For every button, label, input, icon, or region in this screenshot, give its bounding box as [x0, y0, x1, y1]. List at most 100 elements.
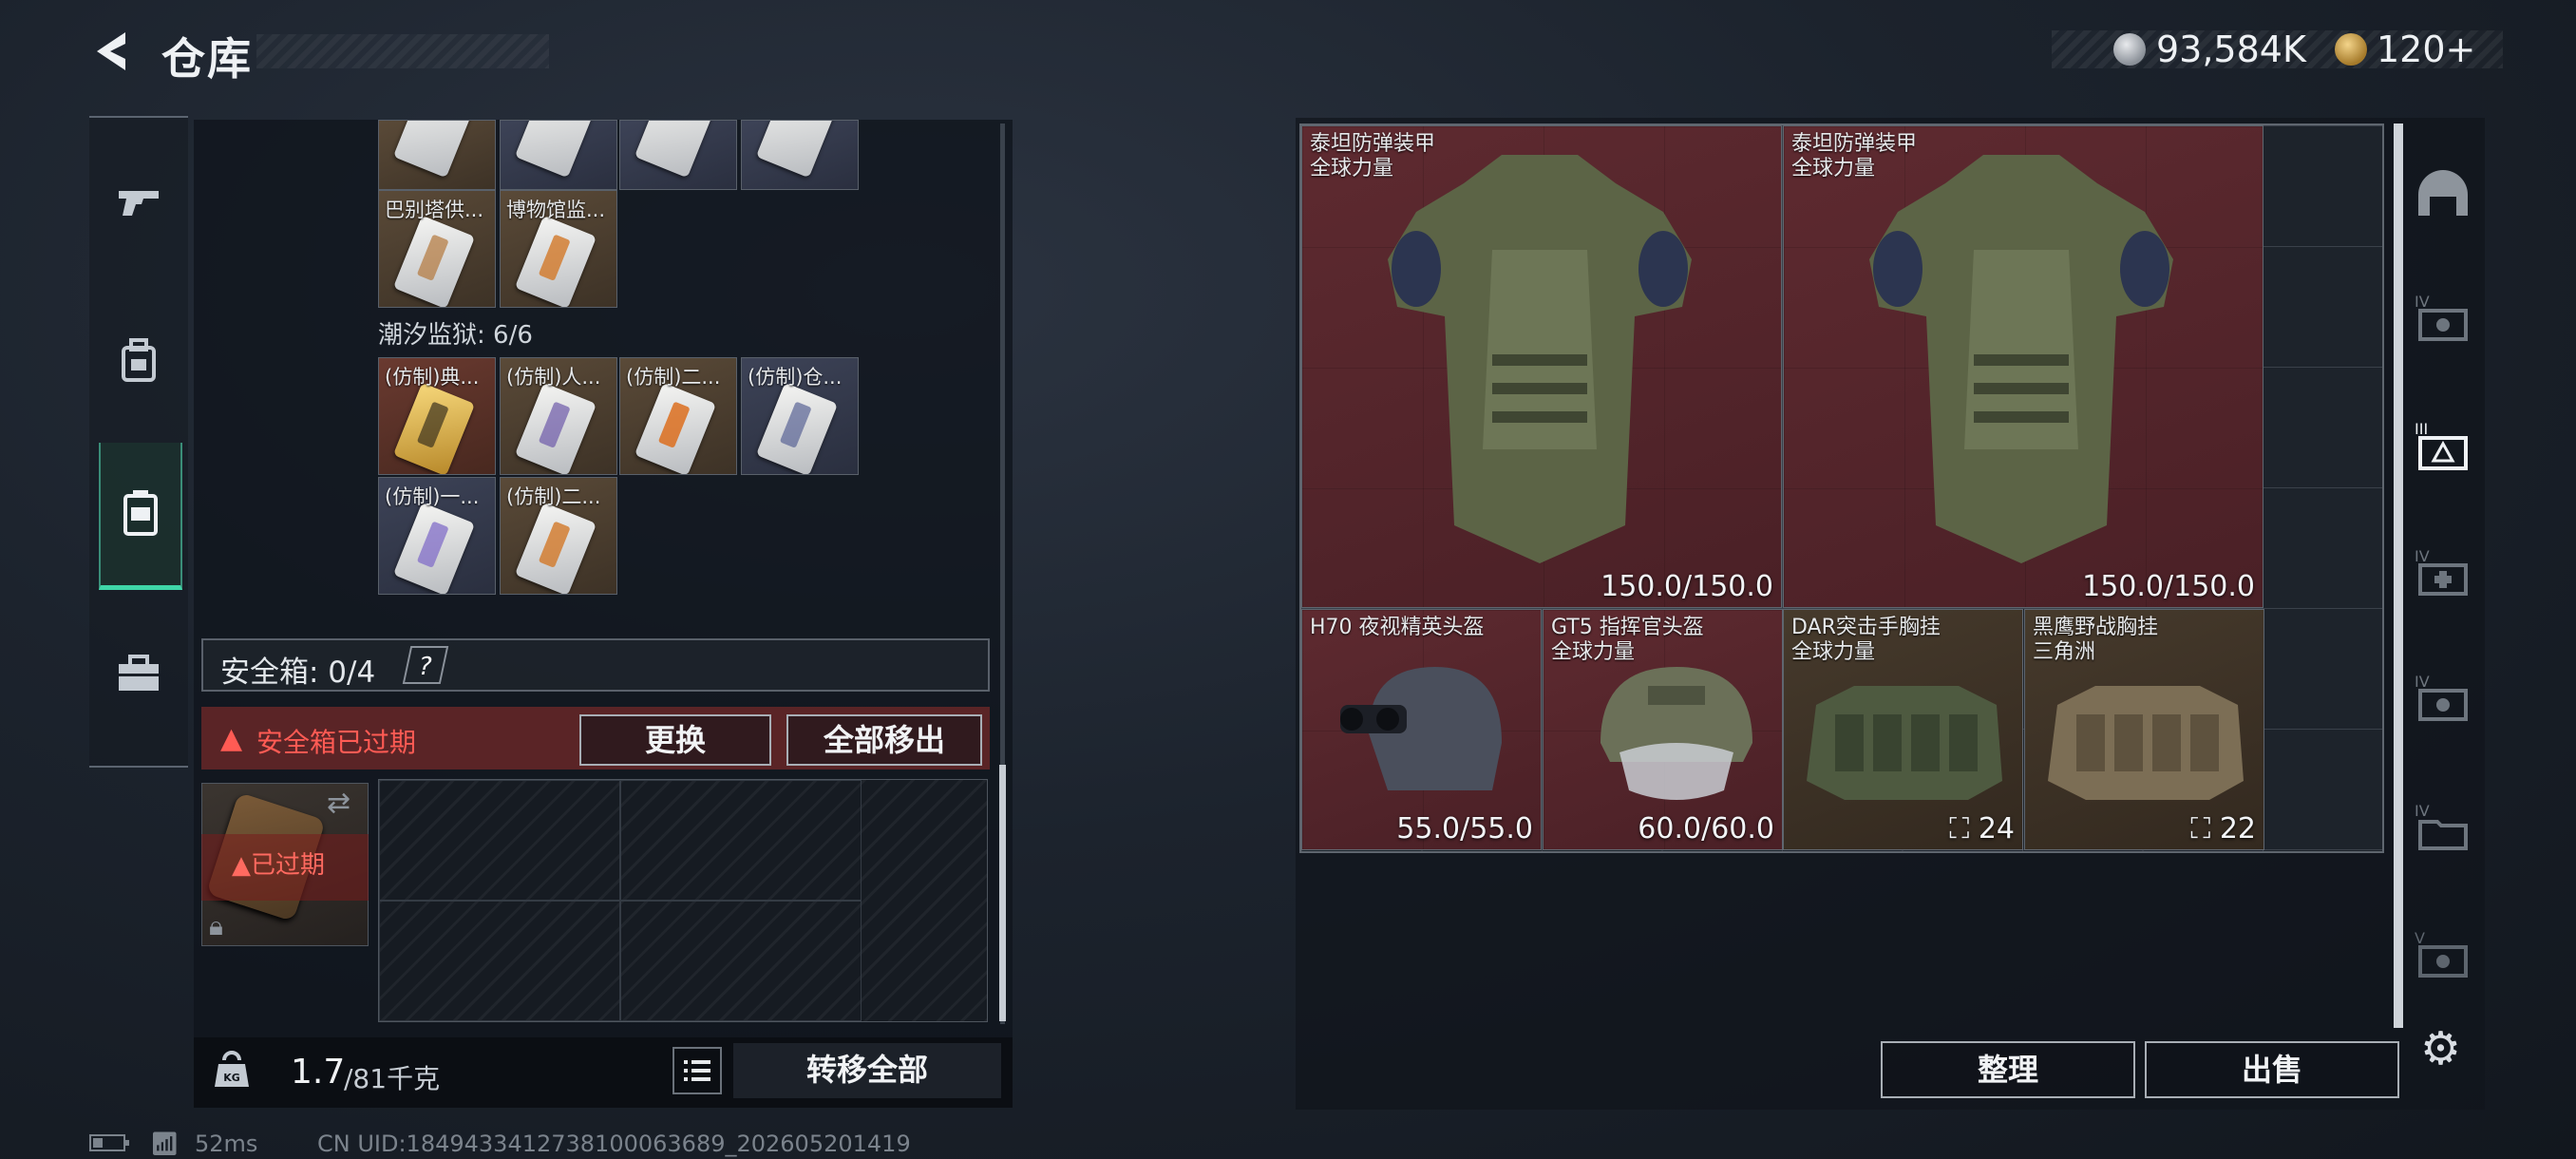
- helmet-icon: [2418, 170, 2468, 216]
- stash-slot[interactable]: [619, 120, 737, 190]
- ammo-case-icon: IV: [2415, 673, 2468, 721]
- item-card-icon: [755, 121, 839, 179]
- item-label: 博物馆监...: [506, 199, 606, 221]
- container-v-icon: V: [2415, 929, 2468, 978]
- item-card-icon: [514, 121, 597, 179]
- item-name: GT5 指挥官头盔 全球力量: [1551, 616, 1704, 664]
- grid-cell[interactable]: [620, 901, 862, 1021]
- stash-slot[interactable]: [741, 120, 859, 190]
- item-label: (仿制)人...: [506, 366, 601, 389]
- body-armor-icon: [1388, 155, 1692, 563]
- item-card-icon: [634, 121, 717, 179]
- replace-button[interactable]: 更换: [579, 714, 771, 766]
- title-decoration: [256, 34, 549, 68]
- item-card-icon: [392, 382, 476, 474]
- grid-cell[interactable]: [620, 780, 862, 901]
- stash-item[interactable]: 博物馆监...: [500, 190, 617, 308]
- night-vision-helmet-icon: [1340, 667, 1502, 790]
- side-tab-container-iii[interactable]: III: [2405, 395, 2481, 500]
- grid-cell[interactable]: [379, 901, 620, 1021]
- item-card-icon: [634, 382, 717, 474]
- svg-text:IV: IV: [2415, 802, 2430, 820]
- gun-icon: [119, 191, 159, 216]
- item-name: 黑鹰野战胸挂 三角洲: [2033, 616, 2159, 664]
- move-all-out-button[interactable]: 全部移出: [786, 714, 982, 766]
- side-tab-medical[interactable]: IV: [2405, 521, 2481, 625]
- side-tab-container-iv[interactable]: IV: [2405, 266, 2481, 370]
- item-label: (仿制)仓...: [748, 366, 843, 389]
- grid-cell[interactable]: [379, 780, 620, 901]
- inventory-item-chest-rig[interactable]: 黑鹰野战胸挂 三角洲 ⛶ 22: [2024, 609, 2264, 850]
- warning-icon: ▲: [220, 722, 243, 755]
- item-label: 巴别塔供...: [385, 199, 484, 221]
- inventory-scroll-thumb[interactable]: [2394, 124, 2403, 1028]
- item-card-icon: [392, 215, 476, 307]
- item-name: 泰坦防弹装甲 全球力量: [1791, 132, 1918, 180]
- gear-icon[interactable]: ⚙: [2420, 1022, 2461, 1075]
- lock-icon: 🔒︎: [209, 910, 223, 941]
- toolbox-icon: [119, 655, 159, 691]
- medical-case-icon: IV: [2415, 547, 2468, 596]
- silver-coin-icon: [2113, 33, 2146, 66]
- sell-button[interactable]: 出售: [2145, 1041, 2399, 1098]
- item-label: (仿制)二...: [626, 366, 721, 389]
- side-tab-documents[interactable]: IV: [2405, 775, 2481, 880]
- item-capacity: ⛶ 24: [1949, 812, 2015, 846]
- inventory-item-armor[interactable]: 泰坦防弹装甲 全球力量 150.0/150.0: [1301, 125, 1782, 608]
- capacity-icon: ⛶: [2190, 812, 2220, 846]
- item-name: DAR突击手胸挂 全球力量: [1791, 616, 1941, 664]
- stash-item[interactable]: (仿制)二...: [500, 477, 617, 595]
- transfer-all-button[interactable]: 转移全部: [733, 1043, 1001, 1098]
- side-tab-ammo[interactable]: IV: [2405, 646, 2481, 750]
- weight-icon: KG: [215, 1051, 249, 1087]
- svg-text:IV: IV: [2415, 547, 2430, 565]
- item-durability: 150.0/150.0: [2082, 570, 2255, 603]
- item-label: (仿制)典...: [385, 366, 480, 389]
- side-tab-helmet[interactable]: [2405, 142, 2481, 247]
- inventory-item-armor[interactable]: 泰坦防弹装甲 全球力量 150.0/150.0: [1783, 125, 2263, 608]
- rail-item-equipment[interactable]: [99, 317, 179, 403]
- svg-text:IV: IV: [2415, 293, 2430, 311]
- inventory-item-helmet[interactable]: H70 夜视精英头盔 55.0/55.0: [1301, 609, 1542, 850]
- wifi-icon: 📶︎: [150, 1130, 180, 1157]
- safe-box-grid[interactable]: [378, 779, 988, 1022]
- svg-text:V: V: [2415, 929, 2425, 947]
- max-weight: /81千克: [344, 1063, 441, 1094]
- stash-item[interactable]: (仿制)二...: [619, 357, 737, 475]
- rail-item-tools[interactable]: [99, 631, 179, 716]
- list-view-icon[interactable]: [672, 1047, 722, 1094]
- expired-text: 已过期: [251, 851, 326, 880]
- back-arrow-icon[interactable]: [87, 27, 137, 76]
- swap-icon[interactable]: ⇄: [327, 787, 350, 820]
- item-durability: 150.0/150.0: [1601, 570, 1773, 603]
- stash-item[interactable]: (仿制)一...: [378, 477, 496, 595]
- stash-slot[interactable]: [500, 120, 617, 190]
- stash-scroll-thumb[interactable]: [999, 765, 1006, 1021]
- stash-item[interactable]: (仿制)仓...: [741, 357, 859, 475]
- item-name: H70 夜视精英头盔: [1310, 616, 1485, 639]
- card-icon: [123, 490, 158, 536]
- backpack-icon: [122, 338, 156, 382]
- stash-slot[interactable]: [378, 120, 496, 190]
- stash-item[interactable]: 巴别塔供...: [378, 190, 496, 308]
- sort-button[interactable]: 整理: [1881, 1041, 2135, 1098]
- capacity-icon: ⛶: [1949, 812, 1979, 846]
- chest-rig-icon: [2048, 686, 2244, 800]
- currency-gold[interactable]: 120+: [2377, 28, 2475, 70]
- stash-item[interactable]: (仿制)典...: [378, 357, 496, 475]
- stash-item[interactable]: (仿制)人...: [500, 357, 617, 475]
- help-icon[interactable]: ?: [402, 646, 449, 684]
- inventory-item-chest-rig[interactable]: DAR突击手胸挂 全球力量 ⛶ 24: [1783, 609, 2023, 850]
- warning-text: 安全箱已过期: [256, 727, 417, 758]
- rail-item-weapon[interactable]: [99, 160, 179, 245]
- item-durability: 55.0/55.0: [1396, 812, 1533, 846]
- side-tab-container-v[interactable]: V: [2405, 902, 2481, 1007]
- rail-item-collectibles[interactable]: [99, 443, 182, 590]
- item-label: (仿制)一...: [385, 485, 480, 508]
- item-durability: 60.0/60.0: [1638, 812, 1774, 846]
- uid-text: CN UID:1849433412738100063689_2026052014…: [317, 1130, 911, 1157]
- item-card-icon: [514, 215, 597, 307]
- current-weight: 1.7: [291, 1053, 346, 1092]
- inventory-item-helmet[interactable]: GT5 指挥官头盔 全球力量 60.0/60.0: [1543, 609, 1783, 850]
- chest-rig-icon: [1807, 686, 2002, 800]
